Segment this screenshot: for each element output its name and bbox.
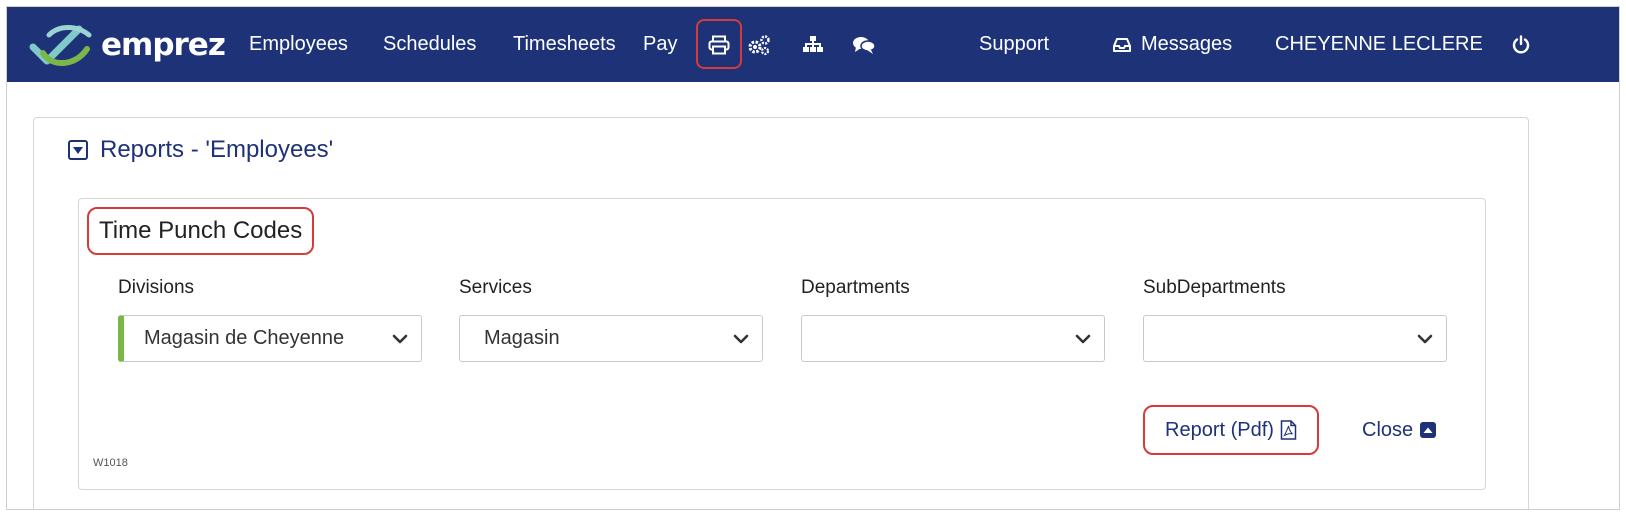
sitemap-icon[interactable] <box>801 7 825 82</box>
screen-code: W1018 <box>93 457 128 469</box>
app-window: emprez Employees Schedules Timesheets Pa… <box>6 6 1620 510</box>
collapse-up-icon <box>1420 422 1437 438</box>
power-icon[interactable] <box>1509 7 1533 82</box>
printer-icon[interactable] <box>707 7 731 82</box>
departments-label: Departments <box>801 277 910 298</box>
chevron-down-icon <box>1417 334 1433 344</box>
chevron-down-icon <box>1075 334 1091 344</box>
emprez-logo-icon <box>29 25 92 66</box>
divisions-select[interactable]: Magasin de Cheyenne <box>118 315 422 362</box>
close-button[interactable]: Close <box>1362 405 1437 455</box>
subdepartments-label: SubDepartments <box>1143 277 1286 298</box>
departments-select[interactable] <box>801 315 1105 362</box>
report-pdf-button[interactable]: Report (Pdf) <box>1143 405 1319 455</box>
inbox-icon <box>1113 37 1131 52</box>
nav-messages[interactable]: Messages <box>1113 7 1232 82</box>
nav-messages-label: Messages <box>1141 33 1233 55</box>
nav-employees[interactable]: Employees <box>249 7 348 82</box>
divisions-label: Divisions <box>118 277 195 298</box>
nav-user-name[interactable]: CHEYENNE LECLERE <box>1275 7 1483 82</box>
report-form: Time Punch Codes Divisions Magasin de Ch… <box>78 198 1486 490</box>
services-select[interactable]: Magasin <box>459 315 763 362</box>
close-label: Close <box>1362 418 1414 441</box>
collapse-toggle-icon[interactable] <box>68 140 88 160</box>
reports-panel: Reports - 'Employees' Time Punch Codes D… <box>33 117 1529 509</box>
cogs-icon[interactable] <box>747 7 771 82</box>
panel-header[interactable]: Reports - 'Employees' <box>68 136 333 164</box>
divisions-value: Magasin de Cheyenne <box>144 327 345 349</box>
top-navbar: emprez Employees Schedules Timesheets Pa… <box>7 7 1619 82</box>
nav-timesheets[interactable]: Timesheets <box>513 7 616 82</box>
brand-name: emprez <box>101 27 226 63</box>
services-value: Magasin <box>484 327 560 349</box>
services-label: Services <box>459 277 532 298</box>
nav-support[interactable]: Support <box>979 7 1049 82</box>
chevron-down-icon <box>392 334 408 344</box>
report-pdf-label: Report (Pdf) <box>1165 418 1274 441</box>
subdepartments-select[interactable] <box>1143 315 1447 362</box>
nav-pay[interactable]: Pay <box>643 7 677 82</box>
nav-schedules[interactable]: Schedules <box>383 7 476 82</box>
comments-icon[interactable] <box>851 7 877 82</box>
panel-title: Reports - 'Employees' <box>100 136 334 163</box>
chevron-down-icon <box>733 334 749 344</box>
brand-logo[interactable]: emprez <box>29 19 226 71</box>
pdf-file-icon <box>1280 420 1297 440</box>
report-section-title: Time Punch Codes <box>87 207 315 255</box>
